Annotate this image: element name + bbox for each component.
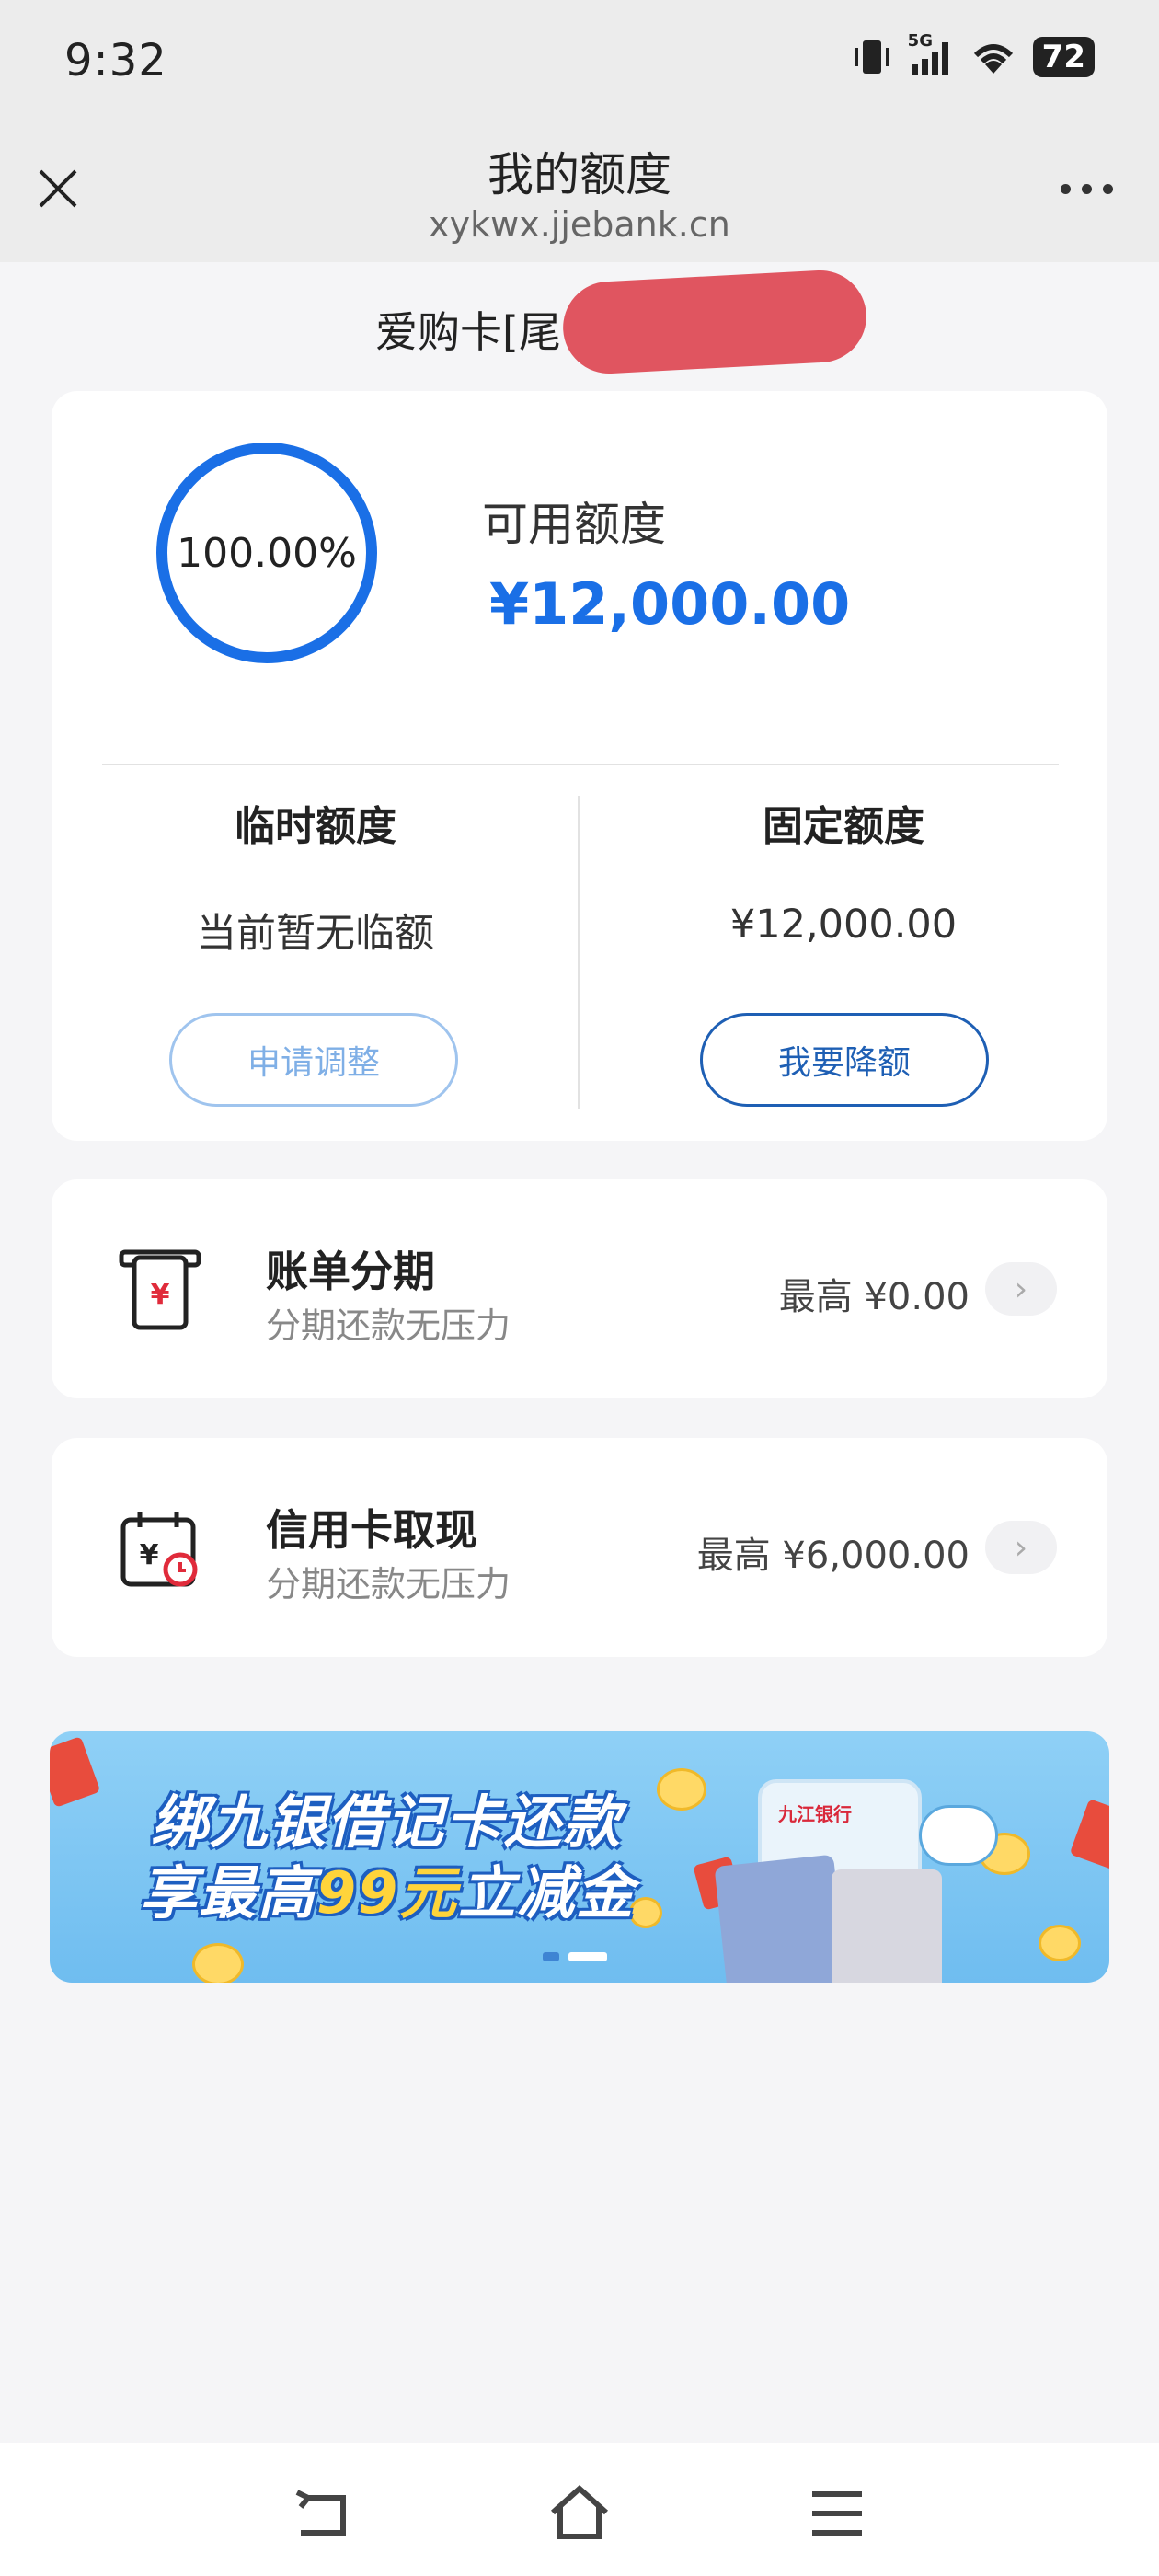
row-value: 最高 ¥0.00 xyxy=(778,1276,970,1318)
redaction-mark xyxy=(560,268,869,376)
mascot-illustration xyxy=(919,1805,998,1866)
banner-subheadline: 享最高99元立减金 xyxy=(140,1859,636,1926)
promo-banner[interactable]: 九江银行 绑九银借记卡还款 享最高99元立减金 xyxy=(50,1731,1109,1983)
status-time: 9:32 xyxy=(64,35,167,86)
chevron-right-icon[interactable]: › xyxy=(985,1521,1057,1574)
row-title: 账单分期 xyxy=(266,1247,435,1296)
red-envelope-icon xyxy=(50,1736,101,1808)
row-subtitle: 分期还款无压力 xyxy=(266,1305,511,1346)
signal-icon: 5G xyxy=(908,31,954,77)
page-title: 我的额度 xyxy=(488,148,671,201)
row-value: 最高 ¥6,000.00 xyxy=(696,1535,970,1577)
back-icon[interactable] xyxy=(290,2481,354,2546)
carousel-indicator xyxy=(543,1952,607,1961)
page-url: xykwx.jjebank.cn xyxy=(429,204,730,245)
more-icon[interactable] xyxy=(1061,184,1113,194)
row-title: 信用卡取现 xyxy=(266,1505,477,1555)
card-illustration xyxy=(832,1869,942,1983)
calendar-cash-icon: ¥ xyxy=(120,1512,198,1587)
status-icons: 5G 72 xyxy=(851,31,1095,77)
available-amount: ¥12,000.00 xyxy=(489,570,851,638)
chevron-right-icon[interactable]: › xyxy=(985,1262,1057,1316)
row-subtitle: 分期还款无压力 xyxy=(266,1564,511,1604)
vibrate-icon xyxy=(854,40,889,74)
quota-card: 100.00% 可用额度 ¥12,000.00 临时额度 当前暂无临额 申请调整… xyxy=(52,391,1107,1141)
coin-icon xyxy=(657,1768,706,1811)
bank-logo: 九江银行 xyxy=(778,1803,852,1825)
bill-installment-row[interactable]: ¥ 账单分期 分期还款无压力 最高 ¥0.00 › xyxy=(52,1179,1107,1398)
wifi-icon xyxy=(973,44,1013,74)
menu-icon[interactable] xyxy=(805,2481,869,2546)
coin-icon xyxy=(1039,1925,1081,1961)
bill-icon: ¥ xyxy=(119,1249,201,1330)
card-illustration xyxy=(714,1854,848,1983)
divider xyxy=(102,764,1059,765)
system-nav-bar xyxy=(0,2443,1159,2576)
fixed-quota-value: ¥12,000.00 xyxy=(729,902,958,948)
reduce-quota-button[interactable]: 我要降额 xyxy=(700,1013,989,1107)
battery-icon: 72 xyxy=(1032,37,1095,77)
cash-advance-row[interactable]: ¥ 信用卡取现 分期还款无压力 最高 ¥6,000.00 › xyxy=(52,1438,1107,1657)
coin-icon xyxy=(192,1943,244,1983)
svg-text:¥: ¥ xyxy=(140,1539,159,1571)
fixed-quota-title: 固定额度 xyxy=(763,803,924,850)
apply-adjust-button[interactable]: 申请调整 xyxy=(169,1013,458,1107)
home-icon[interactable] xyxy=(547,2481,612,2546)
temp-quota-title: 临时额度 xyxy=(235,803,396,850)
svg-text:¥: ¥ xyxy=(151,1279,170,1311)
status-bar: 9:32 5G 72 xyxy=(0,0,1159,129)
red-envelope-icon xyxy=(1069,1799,1109,1870)
available-label: 可用额度 xyxy=(482,498,666,551)
temp-quota-value: 当前暂无临额 xyxy=(197,911,434,957)
usage-percent: 100.00% xyxy=(177,529,357,577)
